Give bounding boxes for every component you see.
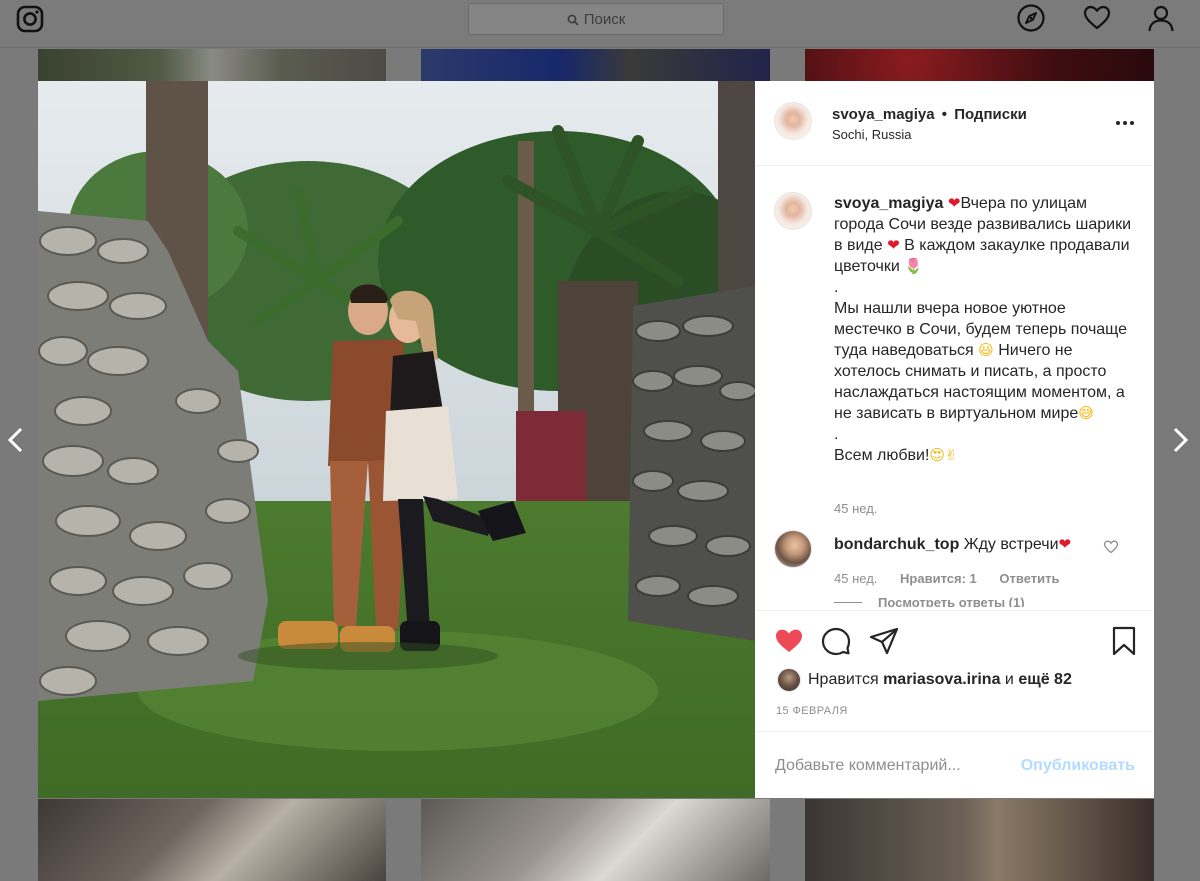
top-navigation-bar: Поиск <box>0 0 1200 48</box>
more-horizontal-icon[interactable] <box>1113 111 1137 135</box>
caption-timestamp[interactable]: 45 нед. <box>834 501 877 516</box>
caption-text: . <box>834 426 839 443</box>
view-replies-button[interactable]: Посмотреть ответы (1) <box>834 595 1025 607</box>
add-comment-bar: Добавьте комментарий... Опубликовать <box>755 731 1154 798</box>
heart-outline-icon[interactable] <box>1082 3 1112 33</box>
caption-text: Всем любви! <box>834 447 930 464</box>
search-icon <box>567 14 579 26</box>
comment-text: bondarchuk_top Жду встречи❤ <box>834 534 1084 555</box>
likes-count[interactable]: ещё 82 <box>1018 671 1072 688</box>
comment-input[interactable]: Добавьте комментарий... <box>775 757 961 775</box>
heart-emoji: ❤ <box>887 237 900 254</box>
comments-section[interactable]: svoya_magiya ❤Вчера по улицам города Соч… <box>755 167 1154 607</box>
liker-username[interactable]: mariasova.irina <box>883 671 1000 688</box>
likes-middle: и <box>1004 671 1014 688</box>
heart-filled-icon[interactable] <box>774 626 804 656</box>
replies-divider <box>834 602 862 603</box>
chevron-left-icon[interactable] <box>2 425 30 455</box>
chevron-right-icon[interactable] <box>1166 425 1194 455</box>
publish-button[interactable]: Опубликовать <box>1021 757 1135 775</box>
instagram-camera-icon[interactable] <box>16 5 44 33</box>
comment-icon[interactable] <box>821 626 851 656</box>
comment-timestamp[interactable]: 45 нед. <box>834 571 877 586</box>
post-actions-bar <box>755 610 1154 670</box>
heart-outline-icon[interactable] <box>1103 539 1119 555</box>
grid-thumbnail[interactable] <box>421 799 770 881</box>
avatar[interactable] <box>774 192 812 230</box>
avatar[interactable] <box>774 102 812 140</box>
post-photo[interactable] <box>38 81 755 798</box>
following-button[interactable]: Подписки <box>954 106 1027 123</box>
post-header: svoya_magiya • Подписки Sochi, Russia <box>755 81 1154 166</box>
caption-username[interactable]: svoya_magiya <box>834 195 943 212</box>
comment-likes[interactable]: Нравится: 1 <box>900 571 977 586</box>
view-replies-label: Посмотреть ответы (1) <box>878 595 1025 607</box>
avatar[interactable] <box>777 668 801 692</box>
post-author-username[interactable]: svoya_magiya <box>832 106 935 123</box>
grid-thumbnail[interactable] <box>421 49 770 81</box>
bookmark-icon[interactable] <box>1109 626 1139 656</box>
avatar[interactable] <box>774 530 812 568</box>
tulip-emoji: 🌷 <box>904 258 923 275</box>
likes-prefix: Нравится <box>808 671 879 688</box>
post-location[interactable]: Sochi, Russia <box>832 127 911 142</box>
comment-body: Жду встречи <box>963 536 1059 553</box>
reply-button[interactable]: Ответить <box>999 571 1059 586</box>
share-icon[interactable] <box>869 626 899 656</box>
profile-icon[interactable] <box>1146 3 1176 33</box>
heart-emoji: ❤ <box>1058 536 1072 553</box>
grid-thumbnail[interactable] <box>805 799 1154 881</box>
search-input[interactable]: Поиск <box>468 3 724 35</box>
comment-username[interactable]: bondarchuk_top <box>834 536 959 553</box>
post-photo-illustration <box>38 81 755 798</box>
heart-emoji: ❤ <box>947 195 961 212</box>
smile-emoji: 😃 <box>978 342 994 359</box>
post-date[interactable]: 15 ФЕВРАЛЯ <box>776 705 848 717</box>
grid-thumbnail[interactable] <box>38 49 386 81</box>
grid-thumbnail[interactable] <box>805 49 1154 81</box>
post-caption: svoya_magiya ❤Вчера по улицам города Соч… <box>834 193 1134 466</box>
grid-thumbnail[interactable] <box>38 799 386 881</box>
follow-separator: • <box>941 106 948 123</box>
compass-icon[interactable] <box>1016 3 1046 33</box>
love-emoji: 😍✌ <box>929 447 958 464</box>
comment-meta: 45 нед. Нравится: 1 Ответить <box>834 571 1078 586</box>
post-details-panel: svoya_magiya • Подписки Sochi, Russia sv… <box>755 81 1154 798</box>
caption-text: . <box>834 279 839 296</box>
grin-emoji: 😅 <box>1078 405 1094 422</box>
search-placeholder: Поиск <box>583 11 626 28</box>
